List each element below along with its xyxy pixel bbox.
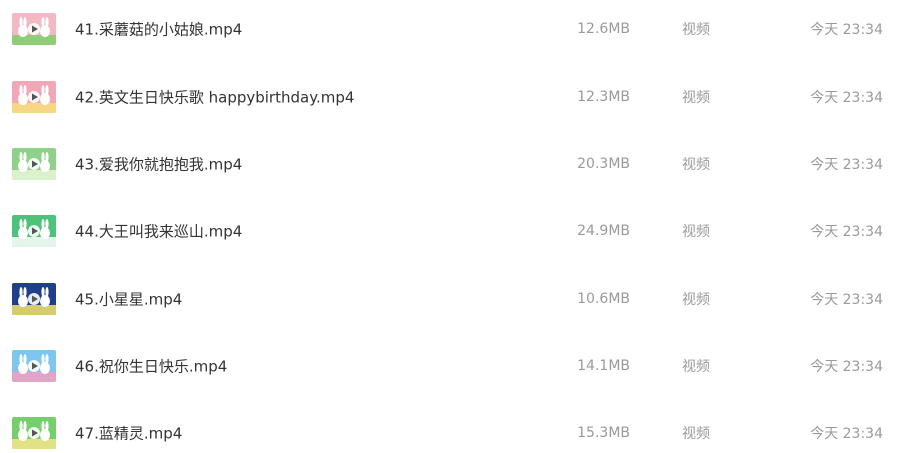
file-row[interactable]: 45.小星星.mp4 10.6MB 视频 今天 23:34	[0, 265, 900, 332]
file-name[interactable]: 45.小星星.mp4	[75, 288, 182, 309]
file-type: 视频	[682, 291, 710, 308]
file-modified-date: 今天 23:34	[810, 358, 883, 375]
file-size: 14.1MB	[577, 357, 630, 374]
file-type: 视频	[682, 156, 710, 173]
video-thumbnail-icon[interactable]	[12, 12, 56, 45]
file-size: 24.9MB	[577, 222, 630, 239]
file-modified-date: 今天 23:34	[810, 223, 883, 240]
file-size: 12.6MB	[577, 20, 630, 37]
file-row[interactable]: 41.采蘑菇的小姑娘.mp4 12.6MB 视频 今天 23:34	[0, 0, 900, 62]
file-modified-date: 今天 23:34	[810, 425, 883, 442]
video-thumbnail-icon[interactable]	[12, 147, 56, 180]
video-thumbnail-icon[interactable]	[12, 80, 56, 113]
file-size: 10.6MB	[577, 290, 630, 307]
file-row[interactable]: 42.英文生日快乐歌 happybirthday.mp4 12.3MB 视频 今天 2…	[0, 63, 900, 130]
file-modified-date: 今天 23:34	[810, 156, 883, 173]
file-size: 15.3MB	[577, 424, 630, 441]
file-name[interactable]: 41.采蘑菇的小姑娘.mp4	[75, 18, 242, 39]
file-modified-date: 今天 23:34	[810, 21, 883, 38]
file-name[interactable]: 43.爱我你就抱抱我.mp4	[75, 153, 242, 174]
file-row[interactable]: 47.蓝精灵.mp4 15.3MB 视频 今天 23:34	[0, 399, 900, 453]
file-type: 视频	[682, 223, 710, 240]
file-name[interactable]: 42.英文生日快乐歌 happybirthday.mp4	[75, 86, 354, 107]
file-list: 41.采蘑菇的小姑娘.mp4 12.6MB 视频 今天 23:34 42.英文生日快乐歌…	[0, 0, 900, 453]
video-thumbnail-icon[interactable]	[12, 214, 56, 247]
file-size: 20.3MB	[577, 155, 630, 172]
file-name[interactable]: 47.蓝精灵.mp4	[75, 422, 182, 443]
file-size: 12.3MB	[577, 88, 630, 105]
file-modified-date: 今天 23:34	[810, 89, 883, 106]
file-row[interactable]: 43.爱我你就抱抱我.mp4 20.3MB 视频 今天 23:34	[0, 130, 900, 197]
video-thumbnail-icon[interactable]	[12, 416, 56, 449]
file-row[interactable]: 46.祝你生日快乐.mp4 14.1MB 视频 今天 23:34	[0, 332, 900, 399]
video-thumbnail-icon[interactable]	[12, 349, 56, 382]
file-row[interactable]: 44.大王叫我来巡山.mp4 24.9MB 视频 今天 23:34	[0, 197, 900, 264]
file-type: 视频	[682, 89, 710, 106]
file-type: 视频	[682, 21, 710, 38]
file-name[interactable]: 44.大王叫我来巡山.mp4	[75, 220, 242, 241]
file-type: 视频	[682, 425, 710, 442]
file-modified-date: 今天 23:34	[810, 291, 883, 308]
file-type: 视频	[682, 358, 710, 375]
video-thumbnail-icon[interactable]	[12, 282, 56, 315]
file-name[interactable]: 46.祝你生日快乐.mp4	[75, 355, 227, 376]
